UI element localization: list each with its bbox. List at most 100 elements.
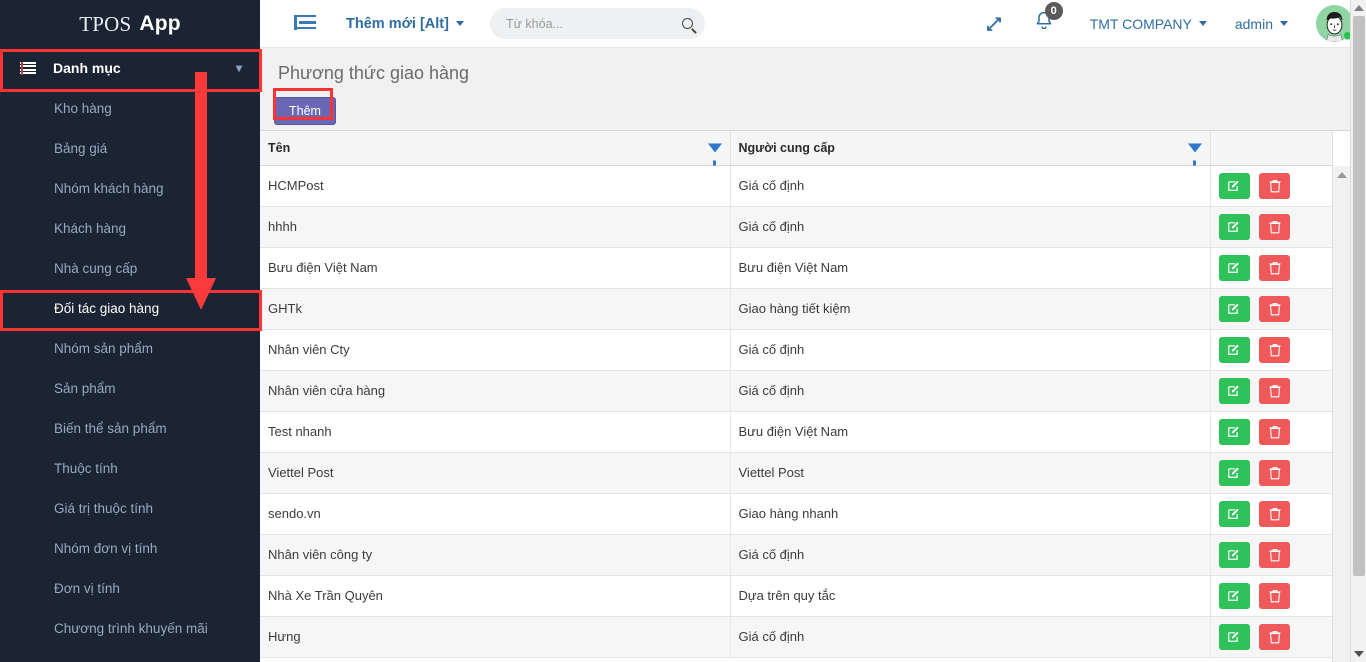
edit-row-button[interactable] xyxy=(1218,377,1250,404)
sidebar-item-kho-hang[interactable]: Kho hàng xyxy=(0,88,260,128)
cell-provider: Giá cố định xyxy=(730,329,1211,371)
edit-row-button[interactable] xyxy=(1218,172,1250,199)
sidebar-item-label: Đối tác giao hàng xyxy=(54,300,160,316)
table-row[interactable]: GHTk Giao hàng tiết kiệm xyxy=(260,288,1333,330)
edit-row-button[interactable] xyxy=(1218,295,1250,322)
notification-count-badge: 0 xyxy=(1044,2,1063,20)
cell-provider: Giá cố định xyxy=(730,165,1211,207)
filter-funnel-icon[interactable] xyxy=(1187,143,1202,166)
column-header-ten[interactable]: Tên xyxy=(260,131,731,166)
sidebar-item-label: Đơn vị tính xyxy=(54,580,120,596)
delete-row-button[interactable] xyxy=(1259,213,1291,240)
sidebar-item-thuoc-tinh[interactable]: Thuộc tính xyxy=(0,448,260,488)
delete-row-button[interactable] xyxy=(1259,500,1291,527)
sidebar-item-label: Giá trị thuộc tính xyxy=(54,500,154,516)
search-box[interactable] xyxy=(489,8,705,39)
edit-row-button[interactable] xyxy=(1218,582,1250,609)
avatar[interactable] xyxy=(1316,5,1353,42)
delete-row-button[interactable] xyxy=(1259,623,1291,650)
sidebar-item-bang-gia[interactable]: Bảng giá xyxy=(0,128,260,168)
scrollbar-thumb[interactable] xyxy=(1353,16,1365,576)
delete-row-button[interactable] xyxy=(1259,582,1291,609)
table-row[interactable]: HCMPost Giá cố định xyxy=(260,165,1333,207)
delete-row-button[interactable] xyxy=(1259,459,1291,486)
sidebar-item-bien-the-san-pham[interactable]: Biến thể sản phẩm xyxy=(0,408,260,448)
table-row[interactable]: Test nhanh Bưu điện Việt Nam xyxy=(260,411,1333,453)
fullscreen-expand-icon[interactable] xyxy=(984,14,1004,34)
search-input[interactable] xyxy=(505,16,676,31)
delete-row-button[interactable] xyxy=(1259,254,1291,281)
company-dropdown[interactable]: TMT COMPANY xyxy=(1090,16,1207,32)
trash-icon xyxy=(1269,548,1281,561)
sidebar-item-nhom-san-pham[interactable]: Nhóm sản phẩm xyxy=(0,328,260,368)
grid-vertical-scrollbar[interactable] xyxy=(1332,166,1350,662)
edit-row-button[interactable] xyxy=(1218,254,1250,281)
delete-row-button[interactable] xyxy=(1259,172,1291,199)
table-row[interactable]: Nhân viên Cty Giá cố định xyxy=(260,329,1333,371)
scroll-up-arrow-icon[interactable] xyxy=(1336,172,1347,178)
sidebar-item-doi-tac-giao-hang[interactable]: Đối tác giao hàng xyxy=(0,288,260,328)
table-row[interactable]: hhhh Giá cố định xyxy=(260,206,1333,248)
sidebar-item-khach-hang[interactable]: Khách hàng xyxy=(0,208,260,248)
delete-row-button[interactable] xyxy=(1259,336,1291,363)
table-row[interactable]: Viettel Post Viettel Post xyxy=(260,452,1333,494)
edit-row-button[interactable] xyxy=(1218,418,1250,445)
table-row[interactable]: Nhân viên cửa hàng Giá cố định xyxy=(260,370,1333,412)
new-record-dropdown[interactable]: Thêm mới [Alt] xyxy=(346,16,464,32)
edit-pencil-icon xyxy=(1228,590,1239,601)
main-content: Phương thức giao hàng Thêm Tên Người cun… xyxy=(260,48,1350,662)
edit-row-button[interactable] xyxy=(1218,623,1250,650)
trash-icon xyxy=(1269,179,1281,192)
cell-name: Nhà Xe Trần Quyên xyxy=(260,575,731,617)
scroll-down-arrow-icon[interactable] xyxy=(1353,651,1364,657)
sidebar-item-san-pham[interactable]: Sản phẩm xyxy=(0,368,260,408)
sidebar-toggle-icon[interactable] xyxy=(294,14,316,33)
sidebar-item-nhom-khach-hang[interactable]: Nhóm khách hàng xyxy=(0,168,260,208)
sidebar-item-nha-cung-cap[interactable]: Nhà cung cấp xyxy=(0,248,260,288)
delivery-methods-table: Tên Người cung cấp HCMPost Giá cố định h… xyxy=(260,131,1333,658)
table-row[interactable]: Nhân viên công ty Giá cố định xyxy=(260,534,1333,576)
table-row[interactable]: sendo.vn Giao hàng nhanh xyxy=(260,493,1333,535)
cell-name: Nhân viên Cty xyxy=(260,329,731,371)
table-row[interactable]: Bưu điện Việt Nam Bưu điện Việt Nam xyxy=(260,247,1333,289)
sidebar-item-label: Bảng giá xyxy=(54,140,108,156)
column-header-label: Tên xyxy=(268,140,291,155)
column-header-nguoi-cung-cap[interactable]: Người cung cấp xyxy=(730,131,1211,166)
filter-funnel-icon[interactable] xyxy=(707,143,722,166)
cell-actions xyxy=(1210,329,1333,371)
cell-actions xyxy=(1210,411,1333,453)
delete-row-button[interactable] xyxy=(1259,541,1291,568)
edit-row-button[interactable] xyxy=(1218,336,1250,363)
sidebar-item-don-vi-tinh[interactable]: Đơn vị tính xyxy=(0,568,260,608)
edit-row-button[interactable] xyxy=(1218,459,1250,486)
delete-row-button[interactable] xyxy=(1259,295,1291,322)
cell-name: Viettel Post xyxy=(260,452,731,494)
user-name: admin xyxy=(1234,15,1273,32)
data-grid: Tên Người cung cấp HCMPost Giá cố định h… xyxy=(260,130,1350,662)
edit-pencil-icon xyxy=(1228,426,1239,437)
sidebar-section-danh-muc[interactable]: Danh mục ▾ xyxy=(0,48,260,88)
table-row[interactable]: Hưng Giá cố định xyxy=(260,616,1333,658)
table-row[interactable]: Nhà Xe Trần Quyên Dựa trên quy tắc xyxy=(260,575,1333,617)
brand-logo[interactable]: TPOS App xyxy=(0,0,260,48)
trash-icon xyxy=(1269,343,1281,356)
trash-icon xyxy=(1269,507,1281,520)
search-icon[interactable] xyxy=(681,18,693,29)
edit-row-button[interactable] xyxy=(1218,213,1250,240)
edit-row-button[interactable] xyxy=(1218,541,1250,568)
notifications-button[interactable]: 0 xyxy=(1034,2,1063,37)
delete-row-button[interactable] xyxy=(1259,377,1291,404)
cell-name: hhhh xyxy=(260,206,731,248)
add-button[interactable]: Thêm xyxy=(274,97,336,125)
edit-row-button[interactable] xyxy=(1218,500,1250,527)
sidebar-item-gia-tri-thuoc-tinh[interactable]: Giá trị thuộc tính xyxy=(0,488,260,528)
sidebar-item-chuong-trinh-khuyen-mai[interactable]: Chương trình khuyến mãi xyxy=(0,608,260,648)
delete-row-button[interactable] xyxy=(1259,418,1291,445)
browser-scrollbar[interactable] xyxy=(1350,0,1366,662)
sidebar-item-nhom-don-vi-tinh[interactable]: Nhóm đơn vị tính xyxy=(0,528,260,568)
table-body: HCMPost Giá cố định hhhh Giá cố định Bưu… xyxy=(260,165,1333,658)
cell-provider: Giao hàng tiết kiệm xyxy=(730,288,1211,330)
scroll-up-arrow-icon[interactable] xyxy=(1353,5,1364,11)
cell-name: Nhân viên cửa hàng xyxy=(260,370,731,412)
user-dropdown[interactable]: admin xyxy=(1235,16,1288,32)
